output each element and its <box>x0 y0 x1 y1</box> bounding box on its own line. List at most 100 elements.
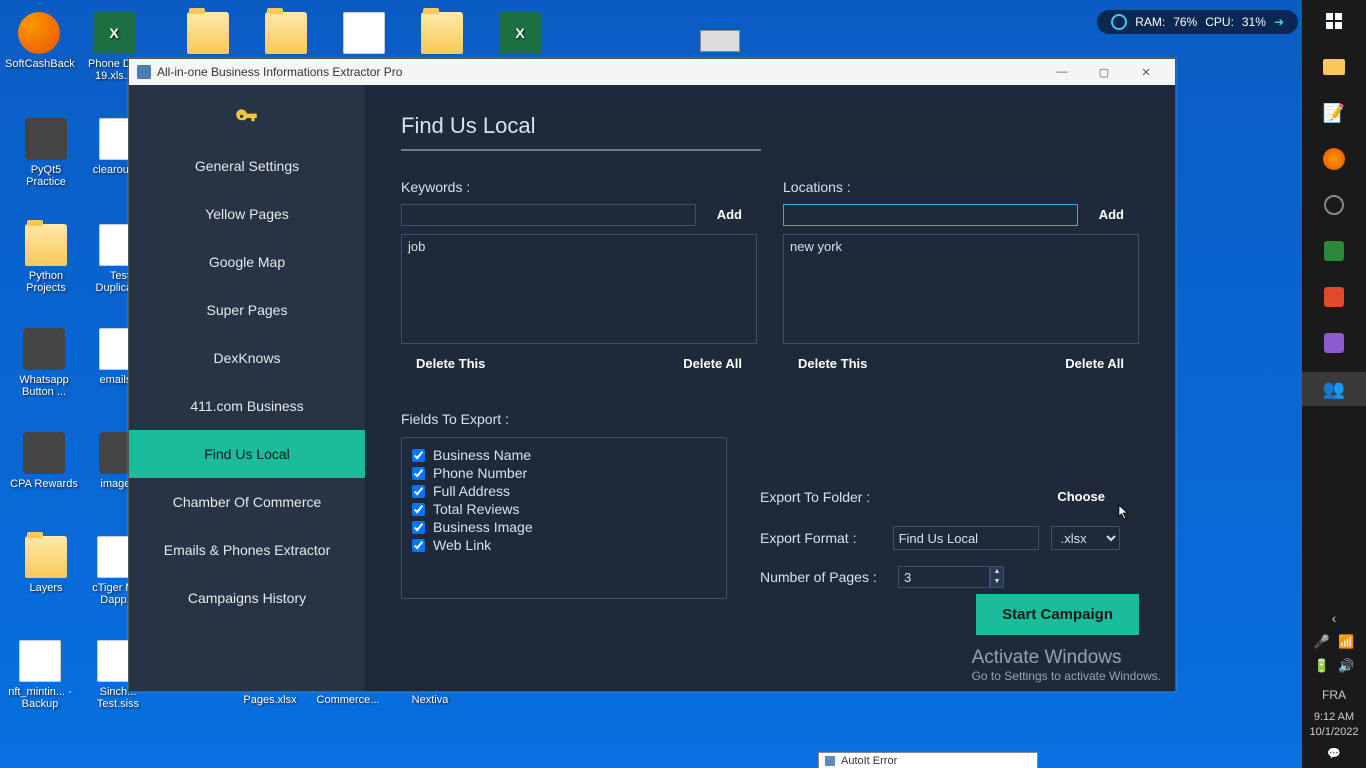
locations-label: Locations : <box>783 179 1139 195</box>
maximize-button[interactable]: ▢ <box>1083 59 1125 85</box>
edit-icon[interactable]: 📝 <box>1317 96 1351 130</box>
recorder-icon[interactable] <box>1317 280 1351 314</box>
desktop-icon[interactable]: X <box>486 12 554 58</box>
activate-windows-watermark: Activate Windows Go to Settings to activ… <box>972 647 1161 683</box>
clock[interactable]: 9:12 AM 10/1/2022 <box>1310 710 1359 739</box>
app-icon <box>25 118 67 160</box>
volume-icon[interactable]: 🔊 <box>1338 658 1354 674</box>
list-item[interactable]: new york <box>790 239 1132 254</box>
wifi-icon[interactable]: 📶 <box>1338 634 1354 650</box>
visual-studio-icon[interactable] <box>1317 326 1351 360</box>
sidebar-item[interactable]: General Settings <box>129 142 365 190</box>
sidebar-item[interactable]: Find Us Local <box>129 430 365 478</box>
field-checkbox[interactable] <box>412 521 425 534</box>
notifications-icon[interactable]: 💬 <box>1327 747 1341 760</box>
keywords-add-button[interactable]: Add <box>702 201 757 228</box>
microphone-icon[interactable]: 🎤 <box>1314 634 1330 650</box>
camtasia-icon[interactable] <box>1317 234 1351 268</box>
locations-section: Locations : Add new york Delete This Del… <box>783 179 1139 377</box>
desktop-icon[interactable] <box>408 12 476 58</box>
desktop-icon[interactable] <box>252 12 320 58</box>
desktop-icon[interactable]: nft_mintin... - Backup <box>6 640 74 710</box>
export-folder-label: Export To Folder : <box>760 489 886 505</box>
desktop-icon[interactable]: Layers <box>12 536 80 594</box>
excel-icon: X <box>93 12 135 54</box>
active-app-icon[interactable]: 👥 <box>1302 372 1366 406</box>
locations-add-button[interactable]: Add <box>1084 201 1139 228</box>
start-button[interactable] <box>1317 4 1351 38</box>
pages-input[interactable] <box>898 566 990 588</box>
minimize-button[interactable]: — <box>1041 59 1083 85</box>
update-icon[interactable] <box>1317 188 1351 222</box>
stats-gauge-icon <box>1111 14 1127 30</box>
desktop-icon[interactable]: SoftCashBack <box>5 12 73 70</box>
field-checkbox[interactable] <box>412 467 425 480</box>
firefox-icon <box>18 12 60 54</box>
file-explorer-icon[interactable] <box>1317 50 1351 84</box>
battery-icon[interactable]: 🔋 <box>1314 658 1330 674</box>
field-label: Business Image <box>433 519 533 535</box>
field-label: Total Reviews <box>433 501 519 517</box>
desktop-icon[interactable]: CPA Rewards <box>10 432 78 490</box>
close-button[interactable]: ✕ <box>1125 59 1167 85</box>
field-checkbox-row[interactable]: Phone Number <box>412 464 716 482</box>
sidebar-item[interactable]: Yellow Pages <box>129 190 365 238</box>
list-item[interactable]: job <box>408 239 750 254</box>
export-section: Export To Folder : Choose Export Format … <box>760 483 1120 604</box>
chevron-up-icon[interactable]: ‹ <box>1332 610 1337 626</box>
keywords-section: Keywords : Add job Delete This Delete Al… <box>401 179 757 377</box>
locations-input[interactable] <box>783 204 1078 226</box>
field-checkbox-row[interactable]: Total Reviews <box>412 500 716 518</box>
field-checkbox[interactable] <box>412 485 425 498</box>
desktop-icon[interactable]: Python Projects <box>12 224 80 294</box>
field-checkbox[interactable] <box>412 539 425 552</box>
field-label: Full Address <box>433 483 510 499</box>
taskbar: 📝 👥 ‹ 🎤 📶 🔋 🔊 FRA 9:12 AM 10/1/2022 💬 <box>1302 0 1366 768</box>
field-checkbox-row[interactable]: Full Address <box>412 482 716 500</box>
desktop-icon-label: CPA Rewards <box>10 478 78 490</box>
pages-label: Number of Pages : <box>760 569 886 585</box>
sidebar-item[interactable]: Emails & Phones Extractor <box>129 526 365 574</box>
export-format-name[interactable] <box>893 526 1039 550</box>
fields-label: Fields To Export : <box>401 411 1139 427</box>
field-checkbox[interactable] <box>412 449 425 462</box>
field-label: Web Link <box>433 537 491 553</box>
keywords-input[interactable] <box>401 204 696 226</box>
firefox-taskbar-icon[interactable] <box>1317 142 1351 176</box>
desktop-icon[interactable]: Whatsapp Button ... <box>10 328 78 398</box>
desktop-icon[interactable] <box>174 12 242 58</box>
sidebar-item[interactable]: DexKnows <box>129 334 365 382</box>
app-icon <box>137 65 151 79</box>
sidebar-item[interactable]: Campaigns History <box>129 574 365 622</box>
folder-icon <box>187 12 229 54</box>
choose-folder-button[interactable]: Choose <box>1042 483 1120 510</box>
sidebar-item[interactable]: Super Pages <box>129 286 365 334</box>
app-icon <box>23 432 65 474</box>
locations-listbox[interactable]: new york <box>783 234 1139 344</box>
language-indicator[interactable]: FRA <box>1322 688 1346 702</box>
spinner-up[interactable]: ▲ <box>991 567 1003 577</box>
field-checkbox-row[interactable]: Business Name <box>412 446 716 464</box>
field-checkbox[interactable] <box>412 503 425 516</box>
sidebar-item[interactable]: Google Map <box>129 238 365 286</box>
start-campaign-button[interactable]: Start Campaign <box>976 594 1139 635</box>
desktop-icon[interactable] <box>330 12 398 58</box>
export-format-select[interactable]: .xlsx <box>1051 526 1120 550</box>
field-checkbox-row[interactable]: Business Image <box>412 518 716 536</box>
desktop-icon[interactable]: Nextiva <box>396 694 464 706</box>
field-checkbox-row[interactable]: Web Link <box>412 536 716 554</box>
spinner-down[interactable]: ▼ <box>991 577 1003 587</box>
desktop-icon[interactable]: Commerce... <box>314 694 382 706</box>
autoit-error-window[interactable]: AutoIt Error <box>818 752 1038 768</box>
keywords-listbox[interactable]: job <box>401 234 757 344</box>
titlebar[interactable]: All-in-one Business Informations Extract… <box>129 59 1175 85</box>
keywords-delete-this-button[interactable]: Delete This <box>401 350 500 377</box>
locations-delete-this-button[interactable]: Delete This <box>783 350 882 377</box>
autoit-icon <box>825 756 835 766</box>
sidebar-item[interactable]: Chamber Of Commerce <box>129 478 365 526</box>
desktop-icon[interactable]: PyQt5 Practice <box>12 118 80 188</box>
sidebar-item[interactable]: 411.com Business <box>129 382 365 430</box>
locations-delete-all-button[interactable]: Delete All <box>1050 350 1139 377</box>
desktop-icon[interactable]: Pages.xlsx <box>236 694 304 706</box>
keywords-delete-all-button[interactable]: Delete All <box>668 350 757 377</box>
